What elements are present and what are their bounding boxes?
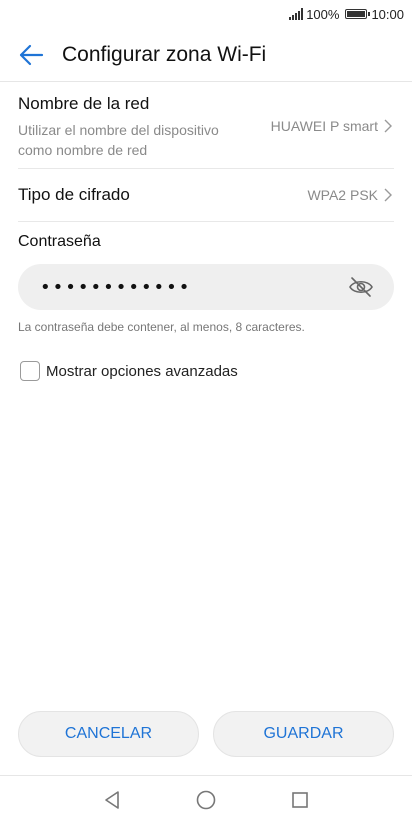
- status-bar: 100% 10:00: [0, 0, 412, 28]
- nav-back-button[interactable]: [100, 788, 124, 812]
- square-recents-icon: [292, 792, 308, 808]
- network-name-value-wrap: HUAWEI P smart: [271, 118, 392, 134]
- network-name-description: Utilizar el nombre del dispositivo como …: [18, 122, 219, 158]
- network-name-row[interactable]: Nombre de la red Utilizar el nombre del …: [18, 94, 394, 169]
- back-button[interactable]: [16, 40, 46, 70]
- triangle-back-icon: [105, 791, 119, 809]
- network-name-value: HUAWEI P smart: [270, 118, 378, 134]
- cancel-button[interactable]: CANCELAR: [18, 711, 199, 757]
- signal-icon: [289, 8, 304, 20]
- chevron-right-icon: [384, 188, 392, 202]
- save-button[interactable]: GUARDAR: [213, 711, 394, 757]
- password-input[interactable]: [38, 275, 342, 299]
- encryption-value-wrap: WPA2 PSK: [307, 187, 392, 203]
- advanced-options-label: Mostrar opciones avanzadas: [46, 362, 238, 380]
- advanced-options-row[interactable]: Mostrar opciones avanzadas: [20, 361, 238, 381]
- nav-home-button[interactable]: [194, 788, 218, 812]
- app-bar: Configurar zona Wi-Fi: [0, 28, 412, 82]
- toggle-visibility-button[interactable]: [348, 275, 374, 299]
- encryption-row[interactable]: Tipo de cifrado WPA2 PSK: [18, 169, 394, 222]
- chevron-right-icon: [384, 119, 392, 133]
- nav-recents-button[interactable]: [288, 788, 312, 812]
- battery-icon: [345, 9, 371, 19]
- clock: 10:00: [371, 6, 404, 22]
- page-title: Configurar zona Wi-Fi: [62, 42, 267, 66]
- encryption-value: WPA2 PSK: [307, 187, 378, 203]
- back-arrow-icon: [19, 44, 44, 65]
- eye-off-icon: [349, 277, 373, 297]
- password-field[interactable]: [18, 264, 394, 310]
- password-label: Contraseña: [18, 233, 101, 250]
- battery-percent: 100%: [306, 6, 340, 22]
- password-hint: La contraseña debe contener, al menos, 8…: [18, 320, 305, 334]
- advanced-options-checkbox[interactable]: [20, 361, 40, 381]
- network-name-label: Nombre de la red: [18, 94, 150, 113]
- navigation-bar: [0, 775, 412, 824]
- circle-home-icon: [196, 790, 216, 810]
